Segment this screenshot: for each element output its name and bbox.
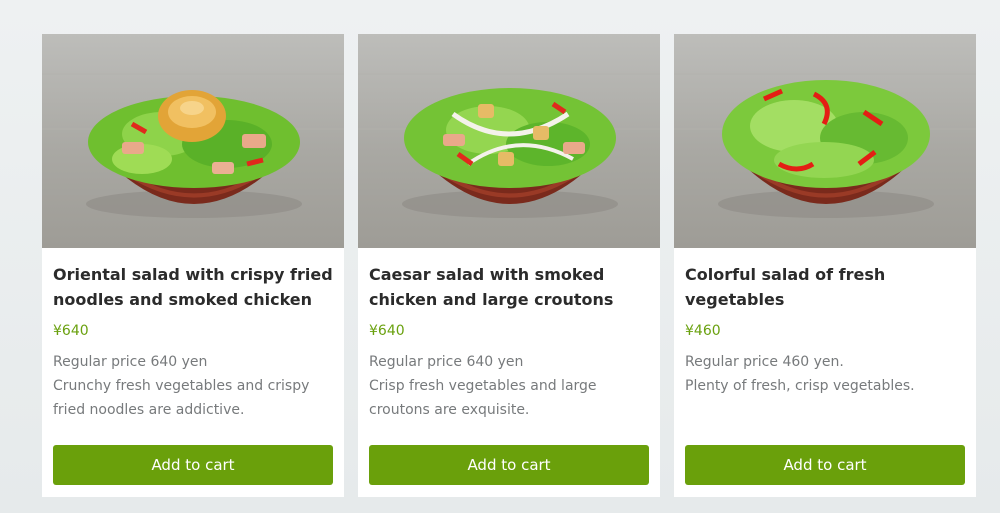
product-regular-price: Regular price 460 yen. <box>685 354 844 370</box>
product-card-body: Caesar salad with smoked chicken and lar… <box>358 248 660 422</box>
product-price: ¥640 <box>53 323 89 339</box>
add-to-cart-button[interactable]: Add to cart <box>685 445 965 485</box>
product-image[interactable] <box>42 34 344 248</box>
product-card: Oriental salad with crispy fried noodles… <box>42 34 344 497</box>
product-regular-price: Regular price 640 yen <box>369 354 524 370</box>
product-price: ¥640 <box>369 323 405 339</box>
product-image[interactable] <box>674 34 976 248</box>
caesar-salad-bowl-image <box>358 73 660 218</box>
product-description-text: Plenty of fresh, crisp vegetables. <box>685 378 915 394</box>
fresh-vegetable-salad-bowl-image <box>674 73 976 218</box>
product-grid: Oriental salad with crispy fried noodles… <box>42 34 976 497</box>
product-card-body: Colorful salad of fresh vegetables ¥460 … <box>674 248 976 398</box>
salad-bowl-with-crispy-noodles-image <box>42 73 344 218</box>
product-card: Caesar salad with smoked chicken and lar… <box>358 34 660 497</box>
product-description: Regular price 640 yen Crisp fresh vegeta… <box>369 350 649 422</box>
product-description: Regular price 640 yen Crunchy fresh vege… <box>53 350 333 422</box>
product-description: Regular price 460 yen. Plenty of fresh, … <box>685 350 965 398</box>
add-to-cart-button[interactable]: Add to cart <box>369 445 649 485</box>
product-title: Colorful salad of fresh vegetables <box>685 265 886 309</box>
product-description-text: Crunchy fresh vegetables and crispy frie… <box>53 378 310 418</box>
product-description-text: Crisp fresh vegetables and large crouton… <box>369 378 597 418</box>
product-regular-price: Regular price 640 yen <box>53 354 208 370</box>
product-title: Caesar salad with smoked chicken and lar… <box>369 265 614 309</box>
product-price: ¥460 <box>685 323 721 339</box>
product-title: Oriental salad with crispy fried noodles… <box>53 265 333 309</box>
product-card: Colorful salad of fresh vegetables ¥460 … <box>674 34 976 497</box>
product-image[interactable] <box>358 34 660 248</box>
add-to-cart-button[interactable]: Add to cart <box>53 445 333 485</box>
product-card-body: Oriental salad with crispy fried noodles… <box>42 248 344 422</box>
